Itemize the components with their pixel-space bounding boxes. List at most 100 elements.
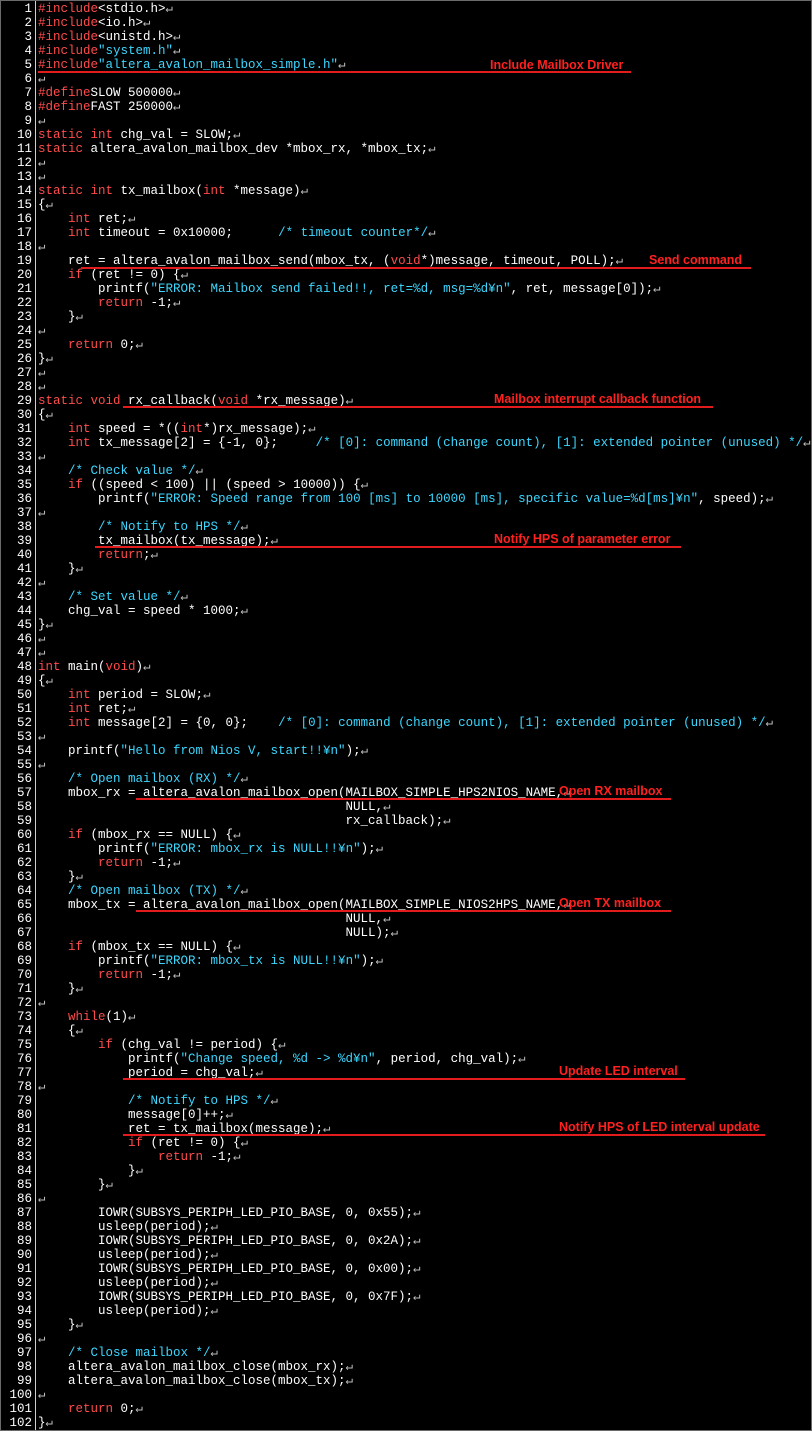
line-number: 46 [16,632,32,646]
code-line: int ret;↵ [38,702,136,716]
keyword-token: int [68,716,91,730]
keyword-token: if [68,828,84,842]
line-number: 97 [16,1346,32,1360]
annotation-notify-led-update: Notify HPS of LED interval update [559,1120,760,1134]
code-token: (ret != 0) { [83,268,181,282]
code-token: altera_avalon_mailbox_close(mbox_tx); [38,1374,346,1388]
line-number: 43 [16,590,32,604]
code-line: int speed = *((int*)rx_message);↵ [38,422,316,436]
line-number: 64 [16,884,32,898]
line-number: 89 [16,1234,32,1248]
line-number: 63 [16,870,32,884]
return-arrow-icon: ↵ [428,226,436,240]
annotation-send-command: Send command [649,253,743,267]
keyword-token: if [98,1038,114,1052]
code-line: /* Check value */↵ [38,464,203,478]
keyword-token: void [105,660,136,674]
code-line: ↵ [38,730,46,744]
code-line: ↵ [38,366,46,380]
code-line: while(1)↵ [38,1010,136,1024]
code-token: { [38,408,46,422]
code-token: ret; [90,702,129,716]
code-token: tx_mailbox( [113,184,204,198]
line-number: 65 [16,898,32,912]
line-number: 62 [16,856,32,870]
keyword-token: int [180,422,204,436]
keyword-token: static int [38,128,114,142]
code-line: return 0;↵ [38,1402,143,1416]
return-arrow-icon: ↵ [413,1262,421,1276]
line-number: 73 [16,1010,32,1024]
return-arrow-icon: ↵ [338,58,346,72]
code-line: IOWR(SUBSYS_PERIPH_LED_PIO_BASE, 0, 0x55… [38,1206,421,1220]
string-token: "ERROR: mbox_rx is NULL!!¥n" [150,842,361,856]
code-token: 0; [113,338,136,352]
code-line: chg_val = speed * 1000;↵ [38,604,248,618]
code-line: static altera_avalon_mailbox_dev *mbox_r… [38,142,436,156]
code-line: /* Notify to HPS */↵ [38,1094,278,1108]
return-arrow-icon: ↵ [210,1220,219,1234]
code-token: usleep(period); [38,1304,211,1318]
comment-token: /* Close mailbox */ [68,1346,211,1360]
keyword-token: return [98,296,144,310]
line-number: 95 [16,1318,32,1332]
code-line: ↵ [38,758,46,772]
line-number: 18 [16,240,32,254]
code-line: int period = SLOW;↵ [38,688,211,702]
return-arrow-icon: ↵ [428,142,436,156]
code-line: usleep(period);↵ [38,1276,218,1290]
code-token: , ret, message[0]); [510,282,654,296]
annotation-underline [136,910,671,912]
return-arrow-icon: ↵ [38,1192,46,1206]
return-arrow-icon: ↵ [240,1136,249,1150]
code-token: printf( [38,1052,181,1066]
line-number: 16 [16,212,32,226]
line-number: 4 [24,44,32,58]
code-token: printf( [38,842,151,856]
return-arrow-icon: ↵ [38,380,46,394]
code-line: }↵ [38,870,83,884]
annotation-underline [81,267,751,269]
code-editor[interactable]: 1 2 3 4 5 6 7 8 9 10 11 12 13 14 15 16 17 18 19 20 21 22 23 24 2… [0,0,812,1431]
code-line: int ret;↵ [38,212,136,226]
code-token: main( [60,660,106,674]
code-line: ↵ [38,156,46,170]
code-token: { [38,674,46,688]
code-token: } [38,1416,46,1430]
return-arrow-icon: ↵ [75,1318,84,1332]
line-number: 25 [16,338,32,352]
keyword-token: while [68,1010,106,1024]
code-token: } [38,352,46,366]
line-number: 33 [16,450,32,464]
line-number: 32 [16,436,32,450]
line-number: 78 [16,1080,32,1094]
return-arrow-icon: ↵ [240,884,249,898]
code-token: printf( [38,744,121,758]
string-token: "ERROR: Speed range from 100 [ms] to 100… [150,492,699,506]
string-token: "ERROR: Mailbox send failed!!, ret=%d, m… [150,282,511,296]
return-arrow-icon: ↵ [383,800,391,814]
keyword-token: return [98,856,144,870]
line-number: 13 [16,170,32,184]
line-number: 7 [24,86,32,100]
code-line: ↵ [38,324,46,338]
return-arrow-icon: ↵ [413,1234,421,1248]
code-token: } [38,1178,106,1192]
code-line: ↵ [38,576,46,590]
code-token: NULL, [38,800,384,814]
line-number: 28 [16,380,32,394]
code-line: #include<stdio.h>↵ [38,2,173,16]
code-token: ret; [90,212,129,226]
keyword-token: #define [38,100,91,114]
line-number: 34 [16,464,32,478]
code-token: <io.h> [98,16,144,30]
line-number: 60 [16,828,32,842]
